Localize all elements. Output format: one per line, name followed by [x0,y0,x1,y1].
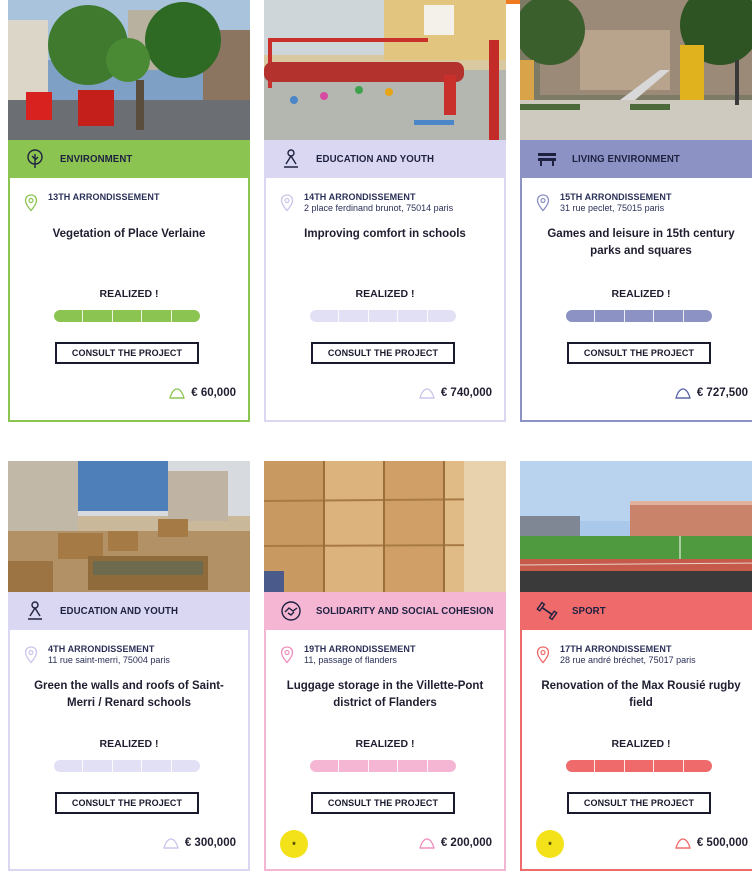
project-photo [8,461,250,592]
project-card: SPORT 17TH ARRONDISSEMENT 28 rue andré b… [520,461,752,871]
project-title[interactable]: Games and leisure in 15th century parks … [534,226,748,260]
location: 14TH ARRONDISSEMENT 2 place ferdinand br… [280,192,453,213]
location-pin-icon [24,646,38,664]
budget-amount: € 300,000 [184,837,236,849]
budget-amount: € 500,000 [696,837,748,849]
handshake-icon [280,600,302,622]
location-pin-icon [536,646,550,664]
location: 17TH ARRONDISSEMENT 28 rue andré bréchet… [536,644,696,665]
address: 31 rue peclet, 75015 paris [560,203,665,213]
budget-icon [162,837,179,849]
consult-project-button[interactable]: CONSULT THE PROJECT [311,342,455,364]
category-band: EDUCATION AND YOUTH [264,140,506,178]
address: 28 rue andré bréchet, 75017 paris [560,655,696,665]
project-title[interactable]: Renovation of the Max Rousié rugby field [534,678,748,712]
budget-amount: € 740,000 [440,387,492,399]
budget: € 200,000 [418,837,492,849]
project-status: REALIZED ! [611,738,671,750]
category-band: SOLIDARITY AND SOCIAL COHESION [264,592,506,630]
project-title[interactable]: Luggage storage in the Villette-Pont dis… [278,678,492,712]
progress-bar [310,760,456,772]
consult-project-button[interactable]: CONSULT THE PROJECT [55,792,199,814]
budget: € 500,000 [674,837,748,849]
location: 19TH ARRONDISSEMENT 11, passage of fland… [280,644,416,665]
project-status: REALIZED ! [355,288,415,300]
address: 11 rue saint-merri, 75004 paris [48,655,170,665]
address: 2 place ferdinand brunot, 75014 paris [304,203,454,213]
project-card: SOLIDARITY AND SOCIAL COHESION 19TH ARRO… [264,461,506,871]
category-band: EDUCATION AND YOUTH [8,592,250,630]
project-card: ENVIRONMENT 13TH ARRONDISSEMENT Vegetati… [8,0,250,422]
address: 11, passage of flanders [304,655,397,665]
budget-icon [169,387,186,399]
arrondissement: 15TH ARRONDISSEMENT [560,192,672,202]
project-status: REALIZED ! [99,288,159,300]
budget: € 727,500 [674,387,748,399]
location: 13TH ARRONDISSEMENT [24,192,160,212]
dumbbell-icon [536,600,558,622]
project-photo [264,0,506,140]
project-photo [8,0,250,140]
project-photo [520,461,752,592]
category-label: EDUCATION AND YOUTH [316,153,435,165]
consult-project-button[interactable]: CONSULT THE PROJECT [311,792,455,814]
arrondissement: 14TH ARRONDISSEMENT [304,192,416,202]
progress-bar [54,310,200,322]
project-status: REALIZED ! [611,288,671,300]
category-label: SOLIDARITY AND SOCIAL COHESION [316,605,494,617]
budget-icon [674,387,691,399]
category-label: EDUCATION AND YOUTH [60,605,179,617]
category-label: SPORT [572,605,606,617]
project-card: EDUCATION AND YOUTH 4TH ARRONDISSEMENT 1… [8,461,250,871]
arrondissement: 13TH ARRONDISSEMENT [48,192,160,202]
arrondissement: 19TH ARRONDISSEMENT [304,644,416,654]
progress-bar [54,760,200,772]
category-label: LIVING ENVIRONMENT [572,153,680,165]
category-label: ENVIRONMENT [60,153,133,165]
location: 15TH ARRONDISSEMENT 31 rue peclet, 75015… [536,192,672,213]
person-icon [280,148,302,170]
project-title[interactable]: Green the walls and roofs of Saint-Merri… [22,678,236,712]
project-photo [520,0,752,140]
award-badge-icon: ★ [280,830,308,858]
project-card: EDUCATION AND YOUTH 14TH ARRONDISSEMENT … [264,0,506,422]
budget-amount: € 60,000 [191,387,236,399]
arrondissement: 4TH ARRONDISSEMENT [48,644,155,654]
category-band: ENVIRONMENT [8,140,250,178]
consult-project-button[interactable]: CONSULT THE PROJECT [567,342,711,364]
budget: € 740,000 [418,387,492,399]
budget: € 300,000 [162,837,236,849]
consult-project-button[interactable]: CONSULT THE PROJECT [567,792,711,814]
progress-bar [566,310,712,322]
category-band: LIVING ENVIRONMENT [520,140,752,178]
budget-icon [418,837,435,849]
bench-icon [536,148,558,170]
budget: € 60,000 [169,387,236,399]
category-band: SPORT [520,592,752,630]
consult-project-button[interactable]: CONSULT THE PROJECT [55,342,199,364]
budget-icon [674,837,691,849]
tree-icon [24,148,46,170]
progress-bar [566,760,712,772]
location-pin-icon [280,194,294,212]
location-pin-icon [536,194,550,212]
location-pin-icon [280,646,294,664]
project-photo [264,461,506,592]
person-icon [24,600,46,622]
location: 4TH ARRONDISSEMENT 11 rue saint-merri, 7… [24,644,170,665]
project-title[interactable]: Vegetation of Place Verlaine [22,226,236,243]
award-badge-icon: ★ [536,830,564,858]
budget-amount: € 727,500 [696,387,748,399]
budget-amount: € 200,000 [440,837,492,849]
project-title[interactable]: Improving comfort in schools [278,226,492,243]
project-card: LIVING ENVIRONMENT 15TH ARRONDISSEMENT 3… [520,0,752,422]
budget-icon [418,387,435,399]
progress-bar [310,310,456,322]
arrondissement: 17TH ARRONDISSEMENT [560,644,672,654]
location-pin-icon [24,194,38,212]
project-status: REALIZED ! [99,738,159,750]
project-status: REALIZED ! [355,738,415,750]
